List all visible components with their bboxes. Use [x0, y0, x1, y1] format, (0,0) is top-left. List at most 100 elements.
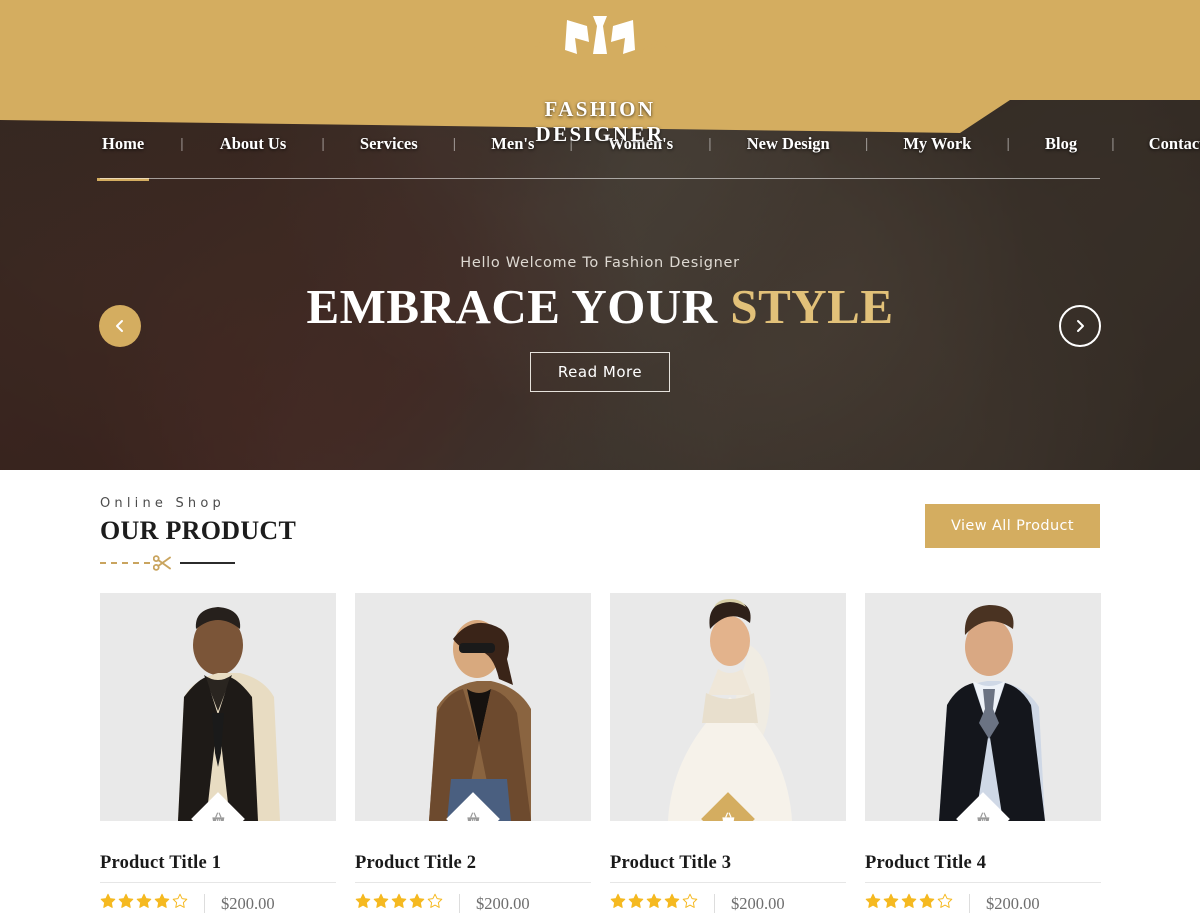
- cart-count-badge: 0: [122, 28, 141, 47]
- star-icon: [172, 893, 188, 914]
- hero-title: EMBRACE YOUR STYLE: [0, 281, 1200, 332]
- star-icon: [682, 893, 698, 914]
- nav-separator: |: [452, 135, 457, 151]
- star-icon: [664, 893, 680, 914]
- product-price: $200.00: [476, 893, 530, 913]
- divider-dashed-line: [100, 562, 150, 564]
- nav-item-home[interactable]: Home: [96, 128, 150, 181]
- product-title: Product Title 2: [355, 853, 477, 873]
- star-icon: [100, 893, 116, 914]
- phone-info[interactable]: Phone 123-456-7890: [191, 30, 349, 70]
- product-image: [100, 593, 336, 821]
- nav-item-about-us[interactable]: About Us: [218, 128, 288, 160]
- product-meta-row: $200.00: [355, 882, 591, 914]
- product-price: $200.00: [986, 893, 1040, 913]
- divider-solid-line: [180, 562, 235, 564]
- product-photo: [100, 593, 336, 821]
- phone-label: Phone: [232, 30, 276, 46]
- basket-icon: [720, 811, 737, 821]
- mail-value: xyz123@example.com: [810, 47, 1006, 69]
- suit-tie-logo: [523, 16, 677, 86]
- product-meta-row: $200.00: [610, 882, 846, 914]
- hero-title-gold: STYLE: [730, 279, 894, 334]
- star-icon: [865, 893, 881, 914]
- product-photo: [865, 593, 1101, 821]
- star-icon: [118, 893, 134, 914]
- product-rating: [865, 893, 953, 914]
- product-title: Product Title 4: [865, 853, 987, 873]
- search-icon: [1093, 40, 1114, 61]
- site-logo[interactable]: FASHION DESIGNER: [485, 8, 715, 147]
- chevron-left-icon: [116, 320, 123, 332]
- hero-content: Hello Welcome To Fashion Designer EMBRAC…: [0, 255, 1200, 393]
- star-icon: [409, 893, 425, 914]
- product-image: [355, 593, 591, 821]
- product-price: $200.00: [731, 893, 785, 913]
- mail-label: Mail: [810, 30, 840, 46]
- divider: [714, 894, 715, 913]
- nav-item-services[interactable]: Services: [358, 128, 420, 160]
- section-eyebrow: Online Shop: [100, 496, 225, 511]
- product-rating: [100, 893, 188, 914]
- divider: [459, 894, 460, 913]
- section-divider: [100, 555, 240, 571]
- nav-separator: |: [1006, 135, 1010, 151]
- nav-item-new-design[interactable]: New Design: [745, 128, 832, 160]
- view-all-product-button[interactable]: View All Product: [924, 504, 1100, 548]
- product-rating: [610, 893, 698, 914]
- product-title: Product Title 3: [610, 853, 732, 873]
- product-card[interactable]: Product Title 1 $200.00: [100, 593, 336, 914]
- products-section: Online Shop OUR PRODUCT View All Product…: [0, 470, 1200, 914]
- nav-separator: |: [321, 135, 325, 151]
- basket-icon: [975, 811, 992, 821]
- envelope-icon: [771, 38, 795, 60]
- star-icon: [154, 893, 170, 914]
- search-button[interactable]: [1091, 38, 1115, 62]
- carousel-prev-button[interactable]: [99, 305, 141, 347]
- product-card[interactable]: Product Title 2 $200.00: [355, 593, 591, 914]
- divider: [969, 894, 970, 913]
- basket-icon: [210, 811, 227, 821]
- scissors-icon: [153, 555, 173, 571]
- product-photo: [610, 593, 846, 821]
- product-image: [865, 593, 1101, 821]
- star-icon: [901, 893, 917, 914]
- star-icon: [136, 893, 152, 914]
- nav-item-blog[interactable]: Blog: [1043, 128, 1079, 160]
- product-price: $200.00: [221, 893, 275, 913]
- star-icon: [391, 893, 407, 914]
- products-header: Online Shop OUR PRODUCT View All Product: [100, 496, 1100, 571]
- products-heading-group: Online Shop OUR PRODUCT: [100, 496, 296, 571]
- star-icon: [883, 893, 899, 914]
- product-meta-row: $200.00: [865, 882, 1101, 914]
- carousel-next-button[interactable]: [1059, 305, 1101, 347]
- divider: [204, 894, 205, 913]
- mail-info[interactable]: Mail xyz123@example.com: [769, 30, 1006, 70]
- star-icon: [919, 893, 935, 914]
- product-image: [610, 593, 846, 821]
- product-card[interactable]: Product Title 4 $200.00: [865, 593, 1101, 914]
- star-icon: [373, 893, 389, 914]
- hero-subtitle: Hello Welcome To Fashion Designer: [460, 255, 740, 271]
- star-icon: [610, 893, 626, 914]
- section-title: OUR PRODUCT: [100, 516, 297, 545]
- star-icon: [937, 893, 953, 914]
- cart-button[interactable]: 0: [100, 28, 141, 67]
- star-icon: [427, 893, 443, 914]
- read-more-button[interactable]: Read More: [529, 352, 671, 393]
- product-card[interactable]: Product Title 3 $200.00: [610, 593, 846, 914]
- phone-value: 123-456-7890: [232, 47, 349, 69]
- basket-icon: [465, 811, 482, 821]
- hero-banner: 0 Phone 123-456-7890 Mail xyz123@example…: [0, 0, 1200, 470]
- chevron-right-icon: [1077, 320, 1084, 332]
- phone-icon: [196, 39, 213, 58]
- nav-item-my-work[interactable]: My Work: [901, 128, 973, 160]
- nav-item-contact-us[interactable]: Contact Us: [1147, 128, 1200, 160]
- nav-underline: [100, 178, 1100, 179]
- product-grid: Product Title 1 $200.00 Product Title 2 $20…: [100, 593, 1101, 914]
- logo-text: FASHION DESIGNER: [535, 97, 665, 146]
- star-icon: [646, 893, 662, 914]
- star-icon: [628, 893, 644, 914]
- nav-separator: |: [864, 135, 869, 151]
- divider: [1043, 27, 1045, 73]
